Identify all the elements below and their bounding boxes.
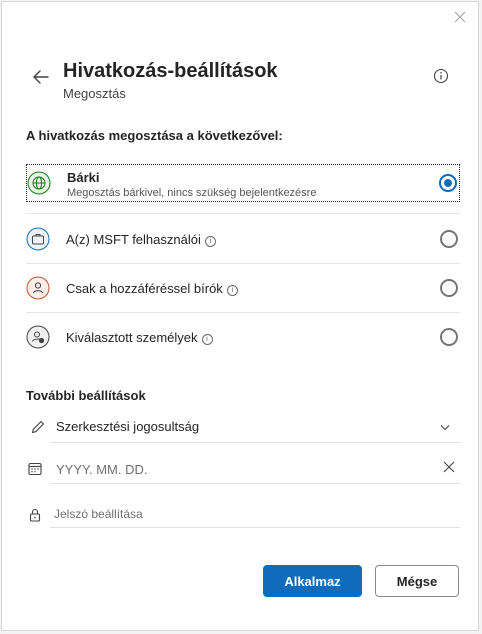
share-option-description: Megosztás bárkivel, nincs szükség bejele… <box>67 187 317 199</box>
share-option-specific-people[interactable]: Kiválasztott személyek i <box>26 325 460 349</box>
expiry-date-input[interactable] <box>50 459 420 479</box>
info-icon[interactable]: i <box>226 285 238 296</box>
share-option-label-wrap: Csak a hozzáféréssel bírók i <box>66 281 238 296</box>
share-option-label: Kiválasztott személyek <box>66 330 198 345</box>
share-option-label-wrap: A(z) MSFT felhasználói i <box>66 232 216 247</box>
clear-icon[interactable] <box>442 460 456 474</box>
field-underline <box>50 442 460 443</box>
share-option-org-users[interactable]: A(z) MSFT felhasználói i <box>26 227 460 251</box>
info-icon[interactable] <box>432 67 450 85</box>
arrow-left-icon[interactable] <box>30 66 52 88</box>
edit-permission-value: Szerkesztési jogosultság <box>56 419 200 434</box>
calendar-icon <box>26 460 44 478</box>
apply-button[interactable]: Alkalmaz <box>263 565 362 597</box>
radio-org-users[interactable] <box>440 230 458 248</box>
field-underline <box>50 483 460 484</box>
dialog-subtitle: Megosztás <box>63 86 126 101</box>
link-settings-dialog: Hivatkozás-beállítások Megosztás A hivat… <box>1 1 479 631</box>
more-settings-heading: További beállítások <box>26 388 146 403</box>
briefcase-icon <box>26 227 50 251</box>
globe-icon <box>27 171 51 195</box>
chevron-down-icon[interactable] <box>438 420 452 434</box>
dialog-title: Hivatkozás-beállítások <box>63 60 278 82</box>
field-underline <box>50 527 460 528</box>
share-option-anyone[interactable]: Bárki Megosztás bárkivel, nincs szükség … <box>26 164 460 202</box>
divider <box>26 213 460 214</box>
password-input[interactable] <box>50 504 454 524</box>
share-option-existing-access[interactable]: Csak a hozzáféréssel bírók i <box>26 276 460 300</box>
share-option-label: Csak a hozzáféréssel bírók <box>66 281 223 296</box>
info-icon[interactable]: i <box>204 236 216 247</box>
person-lock-icon <box>26 325 50 349</box>
share-option-label-wrap: Kiválasztott személyek i <box>66 330 213 345</box>
share-option-label: A(z) MSFT felhasználói <box>66 232 201 247</box>
person-refresh-icon <box>26 276 50 300</box>
radio-existing-access[interactable] <box>440 279 458 297</box>
radio-specific-people[interactable] <box>440 328 458 346</box>
lock-icon <box>26 506 44 524</box>
divider <box>26 312 460 313</box>
divider <box>26 263 460 264</box>
pencil-icon <box>29 418 47 436</box>
info-icon[interactable]: i <box>201 334 213 345</box>
close-icon[interactable] <box>451 8 469 26</box>
share-with-heading: A hivatkozás megosztása a következővel: <box>26 128 283 143</box>
radio-anyone[interactable] <box>439 174 457 192</box>
share-option-label: Bárki <box>67 170 100 185</box>
cancel-button[interactable]: Mégse <box>375 565 459 597</box>
